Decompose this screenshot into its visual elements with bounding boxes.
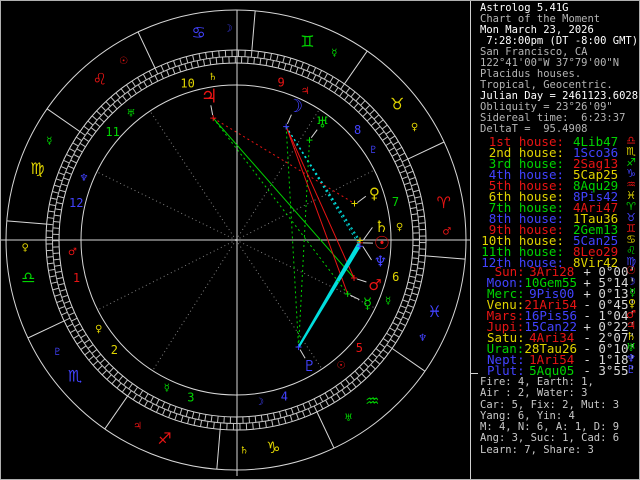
summary-line: Learn: 7, Share: 3 xyxy=(480,443,594,456)
wheel-moon-icon: ☽ xyxy=(287,96,303,117)
wheel-saturn-icon: ♄ xyxy=(374,217,388,236)
house-number: 3 xyxy=(187,391,194,405)
wheel-pisces-ruler-icon: ♆ xyxy=(418,333,427,344)
chart-wheel: ♈ ♂ ♉ ♀ ♊ ☿ ♋ ☽ ♌ ☉ ♍ ☿ ♎ ♀ ♏ ♇ ♐ ♃ ♑ ♄ ♒ ♅ ♓ ♆ 1 ♂ 2 ♀ 3 ☿ 4 ☽ 5 ☉ 6 ☿ 7 ♀ 8 ♇… xyxy=(0,9,470,476)
house-ruler-icon: ♂ xyxy=(68,247,77,258)
house-number: 10 xyxy=(180,76,194,90)
house-ruler-icon: ♄ xyxy=(208,72,217,83)
planet-row: Plut: 5Aqu05- 3°55' ♇ xyxy=(480,363,636,378)
house-number: 6 xyxy=(392,270,399,284)
wheel-pluto-icon: ♇ xyxy=(303,357,316,375)
house-ruler-icon: ☽ xyxy=(255,397,264,408)
wheel-taurus-ruler-icon: ♀ xyxy=(411,122,418,133)
wheel-aries-icon: ♈ xyxy=(436,193,450,212)
info-panel: Astrolog 5.41G Chart of the Moment Mon Mar… xyxy=(471,0,640,480)
planet-position-value: 5Aqu05 xyxy=(529,363,575,378)
wheel-mars-icon: ♂ xyxy=(368,276,381,294)
chart-header: Astrolog 5.41G Chart of the Moment Mon Mar… xyxy=(480,3,638,135)
house-ruler-icon: ☿ xyxy=(164,383,170,394)
summary-line: Air : 2, Water: 3 xyxy=(480,387,588,400)
wheel-cancer-icon: ♋ xyxy=(191,23,205,42)
wheel-cancer-ruler-icon: ☽ xyxy=(223,24,232,35)
wheel-leo-icon: ♌ xyxy=(93,69,107,88)
house-number: 4 xyxy=(281,390,288,404)
house-ruler-icon: ♅ xyxy=(127,109,136,120)
wheel-sagittarius-icon: ♐ xyxy=(157,429,171,448)
wheel-scorpio-icon: ♏ xyxy=(68,367,82,386)
wheel-sagittarius-ruler-icon: ♃ xyxy=(133,421,142,432)
house-number: 12 xyxy=(69,196,83,210)
house-number: 1 xyxy=(73,271,80,285)
house-number: 5 xyxy=(356,341,363,355)
planet-label: Plut: xyxy=(487,363,525,378)
wheel-neptune-icon: ♆ xyxy=(374,252,387,270)
wheel-libra-ruler-icon: ♀ xyxy=(21,243,28,254)
house-cusp-list: 1st house: 4Lib47 ♎ 2nd house: 1Sco36 ♏ 3rd ho… xyxy=(480,135,636,269)
house-number: 11 xyxy=(105,125,119,139)
wheel-libra-icon: ♎ xyxy=(21,268,35,287)
house-ruler-icon: ☿ xyxy=(385,296,391,307)
wheel-capricorn-icon: ♑ xyxy=(266,438,280,457)
wheel-virgo-icon: ♍ xyxy=(30,159,44,178)
wheel-scorpio-ruler-icon: ♇ xyxy=(53,347,62,358)
wheel-uranus-icon: ♅ xyxy=(316,113,329,131)
planet-position-list: Sun: 3Ari28 + 0°00' ☉ Moon: 10Gem55 + 5°14' ☽ Me… xyxy=(480,265,636,378)
house-ruler-icon: ♀ xyxy=(95,324,102,335)
wheel-venus-icon: ♀ xyxy=(369,184,380,202)
wheel-aquarius-ruler-icon: ♅ xyxy=(344,413,353,424)
house-number: 7 xyxy=(392,195,399,209)
house-number: 8 xyxy=(354,123,361,137)
wheel-aquarius-icon: ♒ xyxy=(365,392,379,411)
house-ruler-icon: ♆ xyxy=(80,173,89,184)
wheel-taurus-icon: ♉ xyxy=(390,94,404,113)
wheel-capricorn-ruler-icon: ♄ xyxy=(240,445,249,456)
house-ruler-icon: ♇ xyxy=(369,145,378,156)
house-number: 2 xyxy=(111,343,118,357)
pluto-icon: ♇ xyxy=(626,363,636,376)
aspect-lines xyxy=(212,117,361,348)
wheel-jupiter-icon: ♃ xyxy=(201,85,218,107)
wheel-pisces-icon: ♓ xyxy=(427,302,441,321)
wheel-mercury-icon: ☿ xyxy=(363,295,372,313)
wheel-gemini-icon: ♊ xyxy=(300,32,314,51)
wheel-aries-ruler-icon: ♂ xyxy=(442,226,451,237)
house-ruler-icon: ♀ xyxy=(396,222,403,233)
wheel-leo-ruler-icon: ☉ xyxy=(119,56,128,67)
element-summary: Fire: 4, Earth: 1, Air : 2, Water: 3 Car: … xyxy=(480,376,619,456)
wheel-gemini-ruler-icon: ☿ xyxy=(331,48,337,59)
house-ruler-icon: ☉ xyxy=(337,360,346,371)
house-number: 9 xyxy=(277,75,284,89)
wheel-virgo-ruler-icon: ☿ xyxy=(46,136,52,147)
